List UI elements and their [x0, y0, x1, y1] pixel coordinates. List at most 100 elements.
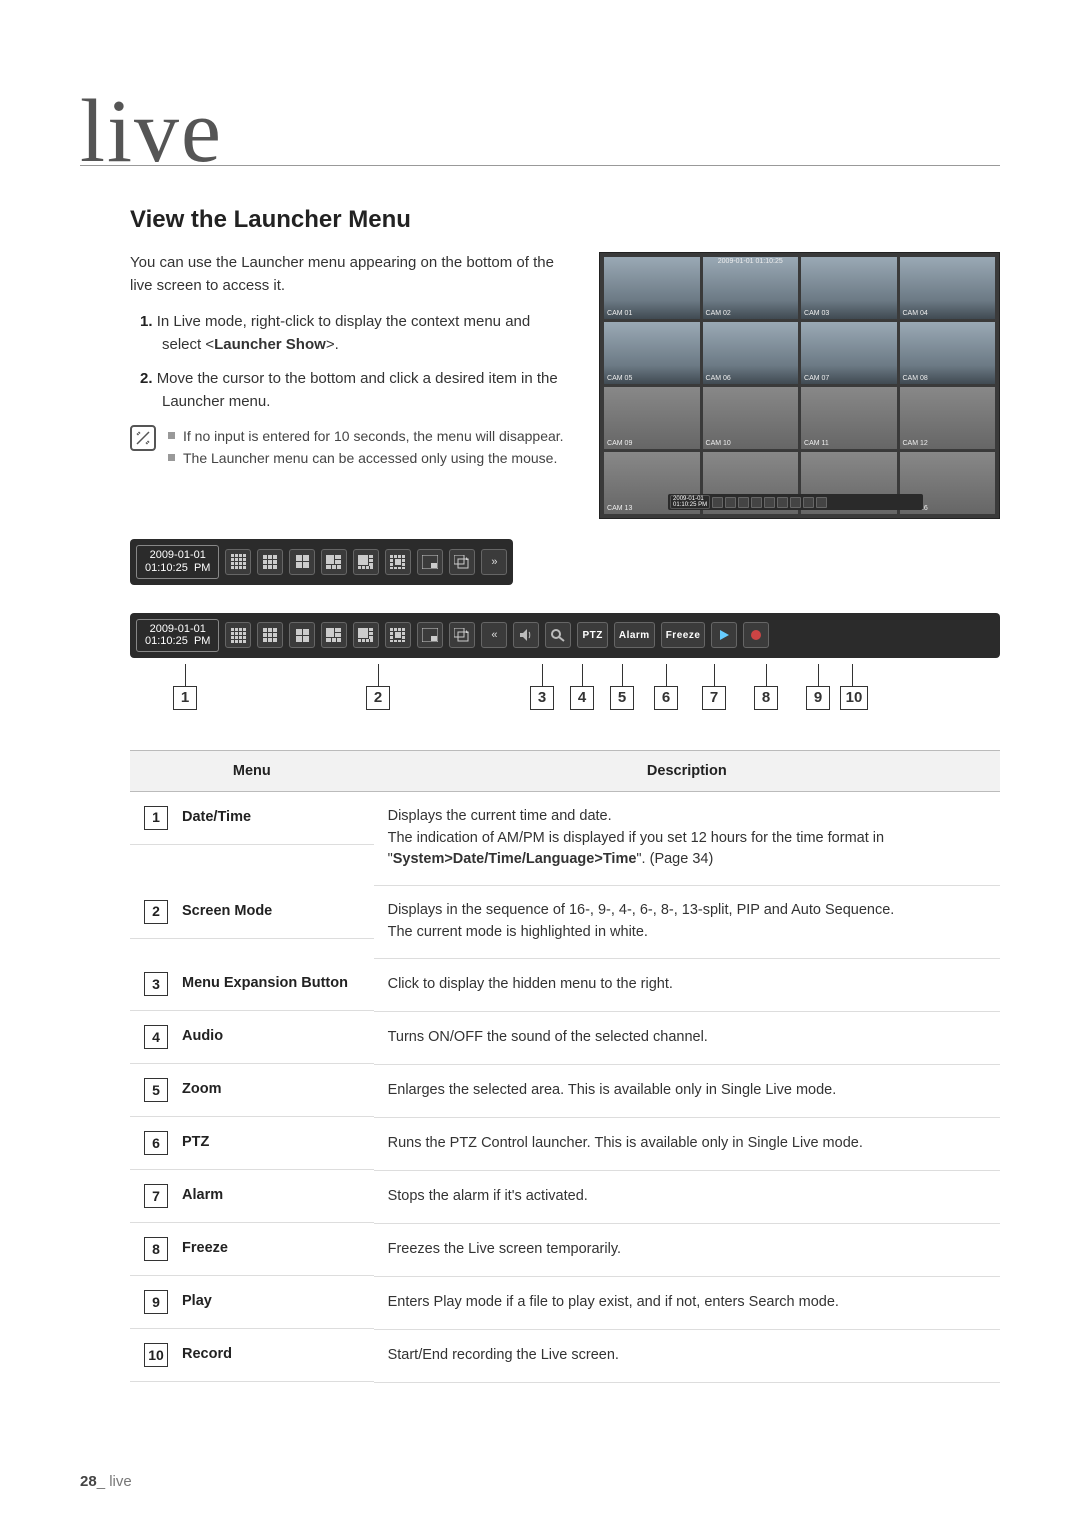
- callout-8: 8: [754, 686, 778, 710]
- time-text: 01:10:25: [145, 635, 188, 647]
- mini-layout-btn: [777, 497, 788, 508]
- cam-tile: CAM 03: [801, 257, 896, 319]
- mini-layout-btn: [738, 497, 749, 508]
- cam-label: CAM 08: [903, 375, 928, 382]
- row-number: 5: [144, 1078, 168, 1102]
- cam-tile: CAM 07: [801, 322, 896, 384]
- grid-13-icon[interactable]: [385, 622, 411, 648]
- date-text: 2009-01-01: [145, 623, 210, 636]
- menu-name: Record: [182, 1344, 232, 1366]
- mini-layout-btn: [712, 497, 723, 508]
- date-text: 2009-01-01: [145, 549, 210, 562]
- description-cell: Turns ON/OFF the sound of the selected c…: [374, 1011, 1000, 1064]
- datetime-box[interactable]: 2009-01-01 01:10:25 PM: [136, 545, 219, 578]
- callout-line: [185, 664, 186, 686]
- grid-6-icon[interactable]: [321, 622, 347, 648]
- grid-4-icon[interactable]: [289, 549, 315, 575]
- desc-text: ". (Page 34): [636, 851, 713, 867]
- cam-label: CAM 12: [903, 440, 928, 447]
- grid-13-icon[interactable]: [385, 549, 411, 575]
- grid-9-icon[interactable]: [257, 622, 283, 648]
- cam-tile: CAM 08: [900, 322, 996, 384]
- time-text: 01:10:25: [145, 562, 188, 574]
- description-cell: Displays in the sequence of 16-, 9-, 4-,…: [374, 886, 1000, 959]
- menu-cell: 8Freeze: [130, 1223, 374, 1276]
- grid-9-icon[interactable]: [257, 549, 283, 575]
- note-icon: [130, 425, 156, 451]
- freeze-button[interactable]: Freeze: [661, 622, 706, 648]
- row-number: 1: [144, 806, 168, 830]
- row-number: 8: [144, 1237, 168, 1261]
- grid-8-icon[interactable]: [353, 622, 379, 648]
- table-row: 8Freeze Freezes the Live screen temporari…: [130, 1223, 1000, 1276]
- th-menu: Menu: [130, 750, 374, 791]
- step-2: 2. Move the cursor to the bottom and cli…: [140, 368, 571, 413]
- callout-line: [582, 664, 583, 686]
- callout-7: 7: [702, 686, 726, 710]
- callout-6: 6: [654, 686, 678, 710]
- auto-sequence-icon[interactable]: [449, 549, 475, 575]
- mini-layout-btn: [790, 497, 801, 508]
- record-icon[interactable]: [743, 622, 769, 648]
- menu-name: Alarm: [182, 1185, 223, 1207]
- grid-6-icon[interactable]: [321, 549, 347, 575]
- menu-description-table: Menu Description 1Date/TimeDisplays the …: [130, 750, 1000, 1383]
- menu-name: Audio: [182, 1026, 223, 1048]
- pip-icon[interactable]: [417, 622, 443, 648]
- overlay-timestamp: 2009-01-01 01:10:25: [718, 258, 783, 265]
- desc-text: Displays in the sequence of 16-, 9-, 4-,…: [388, 902, 895, 940]
- live-grid-screenshot: CAM 01 2009-01-01 01:10:25CAM 02 CAM 03 …: [599, 252, 1000, 519]
- datetime-box[interactable]: 2009-01-01 01:10:25 PM: [136, 619, 219, 652]
- menu-cell: 4Audio: [130, 1011, 374, 1064]
- callout-3: 3: [530, 686, 554, 710]
- pip-icon[interactable]: [417, 549, 443, 575]
- menu-name: Menu Expansion Button: [182, 973, 348, 995]
- callout-line: [818, 664, 819, 686]
- table-row: 9PlayEnters Play mode if a file to play …: [130, 1276, 1000, 1329]
- menu-cell: 5Zoom: [130, 1064, 374, 1117]
- expand-button-icon[interactable]: »: [481, 549, 507, 575]
- play-icon[interactable]: [711, 622, 737, 648]
- ampm-text: PM: [194, 562, 211, 574]
- desc-text: Click to display the hidden menu to the …: [388, 976, 673, 992]
- grid-8-icon[interactable]: [353, 549, 379, 575]
- note-1: If no input is entered for 10 seconds, t…: [183, 425, 564, 447]
- desc-text: Enlarges the selected area. This is avai…: [388, 1082, 837, 1098]
- intro-text: You can use the Launcher menu appearing …: [130, 252, 571, 297]
- description-cell: Click to display the hidden menu to the …: [374, 958, 1000, 1011]
- grid-4-icon[interactable]: [289, 622, 315, 648]
- cam-label: CAM 04: [903, 310, 928, 317]
- table-row: 7AlarmStops the alarm if it's activated.: [130, 1170, 1000, 1223]
- step-1: 1. In Live mode, right-click to display …: [140, 311, 571, 356]
- desc-text: Freezes the Live screen temporarily.: [388, 1241, 621, 1257]
- callout-10: 10: [840, 686, 868, 710]
- audio-icon[interactable]: [513, 622, 539, 648]
- cam-label: CAM 05: [607, 375, 632, 382]
- callout-line: [852, 664, 853, 686]
- alarm-button[interactable]: Alarm: [614, 622, 655, 648]
- cam-tile: CAM 06: [703, 322, 798, 384]
- grid-16-icon[interactable]: [225, 622, 251, 648]
- table-row: 2Screen ModeDisplays in the sequence of …: [130, 886, 1000, 959]
- step-text-post: >.: [326, 336, 339, 353]
- note-2: The Launcher menu can be accessed only u…: [183, 447, 557, 469]
- cam-label: CAM 06: [706, 375, 731, 382]
- page-number: 28: [80, 1473, 97, 1490]
- callout-1: 1: [173, 686, 197, 710]
- mini-layout-btn: [751, 497, 762, 508]
- notes-block: If no input is entered for 10 seconds, t…: [168, 425, 564, 470]
- mini-layout-btn: [764, 497, 775, 508]
- zoom-icon[interactable]: [545, 622, 571, 648]
- row-number: 2: [144, 900, 168, 924]
- step-number: 1.: [140, 313, 153, 330]
- cam-tile: CAM 04: [900, 257, 996, 319]
- auto-sequence-icon[interactable]: [449, 622, 475, 648]
- ptz-button[interactable]: PTZ: [577, 622, 607, 648]
- desc-bold: System>Date/Time/Language>Time: [393, 851, 637, 867]
- description-cell: Runs the PTZ Control launcher. This is a…: [374, 1117, 1000, 1170]
- callout-row: 1 2 3 4 5 6 7 8 9 10: [130, 664, 1000, 724]
- collapse-button-icon[interactable]: «: [481, 622, 507, 648]
- bullet-icon: [168, 432, 175, 439]
- step-number: 2.: [140, 370, 153, 387]
- grid-16-icon[interactable]: [225, 549, 251, 575]
